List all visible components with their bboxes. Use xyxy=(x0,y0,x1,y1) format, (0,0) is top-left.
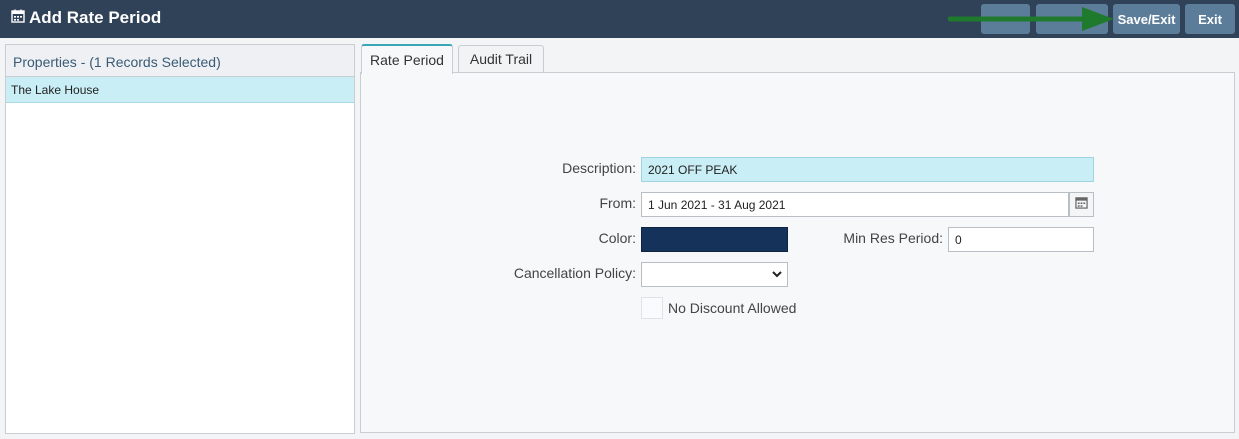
no-discount-label: No Discount Allowed xyxy=(668,300,797,316)
description-label: Description: xyxy=(562,160,636,176)
chevron-down-icon xyxy=(772,271,782,278)
window-title: Add Rate Period xyxy=(11,8,161,28)
cancellation-policy-label: Cancellation Policy: xyxy=(513,265,636,281)
window-title-text: Add Rate Period xyxy=(29,8,162,27)
properties-header: Properties - (1 Records Selected) xyxy=(6,45,354,77)
date-picker-button[interactable] xyxy=(1069,192,1094,217)
exit-button[interactable]: Exit xyxy=(1185,4,1235,34)
rate-period-form xyxy=(360,72,1235,433)
tab-audit-trail[interactable]: Audit Trail xyxy=(458,45,544,72)
calendar-icon xyxy=(1075,196,1088,214)
properties-panel: Properties - (1 Records Selected) The La… xyxy=(5,44,355,434)
no-discount-checkbox[interactable] xyxy=(641,297,663,319)
from-label: From: xyxy=(599,195,636,211)
min-res-period-label: Min Res Period: xyxy=(843,230,943,246)
color-label: Color: xyxy=(598,230,636,246)
title-bar: Add Rate Period Save/Exit Exit xyxy=(0,0,1239,38)
date-range-field[interactable]: 1 Jun 2021 - 31 Aug 2021 xyxy=(641,192,1069,217)
calendar-icon xyxy=(11,8,25,28)
save-exit-button[interactable]: Save/Exit xyxy=(1113,4,1180,34)
cancellation-policy-select[interactable] xyxy=(641,262,788,287)
arrow-right-icon xyxy=(948,7,1114,31)
description-field[interactable]: 2021 OFF PEAK xyxy=(641,157,1094,182)
min-res-period-field[interactable]: 0 xyxy=(948,227,1094,252)
color-picker[interactable] xyxy=(641,227,788,252)
tab-rate-period[interactable]: Rate Period xyxy=(361,44,453,74)
list-item[interactable]: The Lake House xyxy=(6,77,354,103)
